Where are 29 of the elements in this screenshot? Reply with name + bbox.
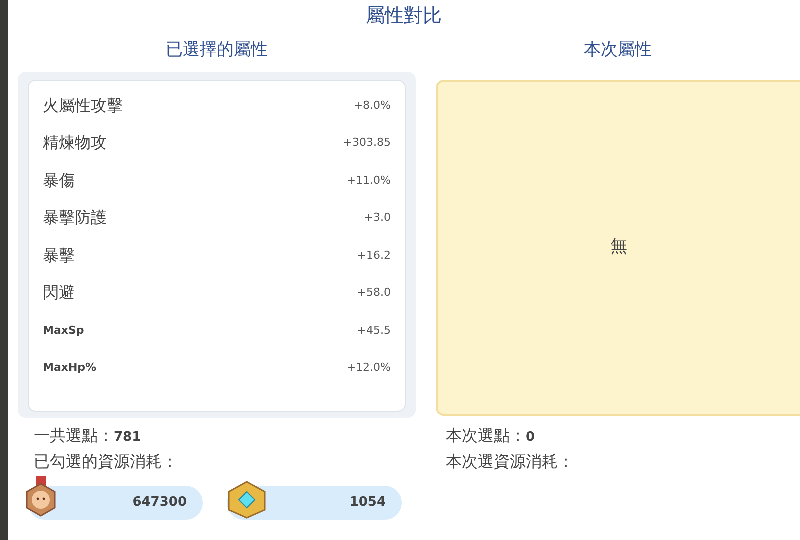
attribute-name: 火屬性攻擊 [43, 94, 123, 117]
attribute-value: +12.0% [346, 360, 391, 376]
attribute-value: +16.2 [357, 248, 391, 264]
attribute-name: 閃避 [43, 282, 75, 304]
attribute-value: +3.0 [364, 210, 391, 226]
attribute-value: +8.0% [354, 98, 391, 114]
points-value: 0 [526, 429, 536, 447]
points-label: 一共選點： [34, 425, 114, 447]
points-label: 本次選點： [446, 425, 526, 447]
attribute-name: MaxSp [43, 322, 84, 338]
medal-icon [24, 476, 58, 518]
attribute-name: 暴擊 [43, 244, 75, 267]
resource-amount: 647300 [132, 494, 187, 512]
attribute-name: 暴擊防護 [43, 207, 107, 230]
column-heading: 已選擇的屬性 [166, 39, 268, 62]
attribute-value: +303.85 [343, 135, 391, 151]
resource-amount: 1054 [350, 494, 386, 512]
attribute-value: +58.0 [357, 285, 391, 301]
attribute-value: +45.5 [357, 322, 391, 338]
attribute-name: 暴傷 [43, 170, 75, 192]
points-value: 781 [114, 429, 142, 447]
cost-label: 本次選資源消耗： [446, 452, 574, 471]
attribute-name: 精煉物攻 [43, 132, 107, 154]
attribute-name: MaxHp% [43, 360, 97, 376]
empty-text: 無 [610, 236, 628, 260]
column-heading: 本次屬性 [584, 39, 652, 62]
dialog-title: 屬性對比 [366, 4, 442, 29]
attribute-value: +11.0% [346, 172, 391, 188]
cost-label: 已勾選的資源消耗： [34, 452, 178, 471]
